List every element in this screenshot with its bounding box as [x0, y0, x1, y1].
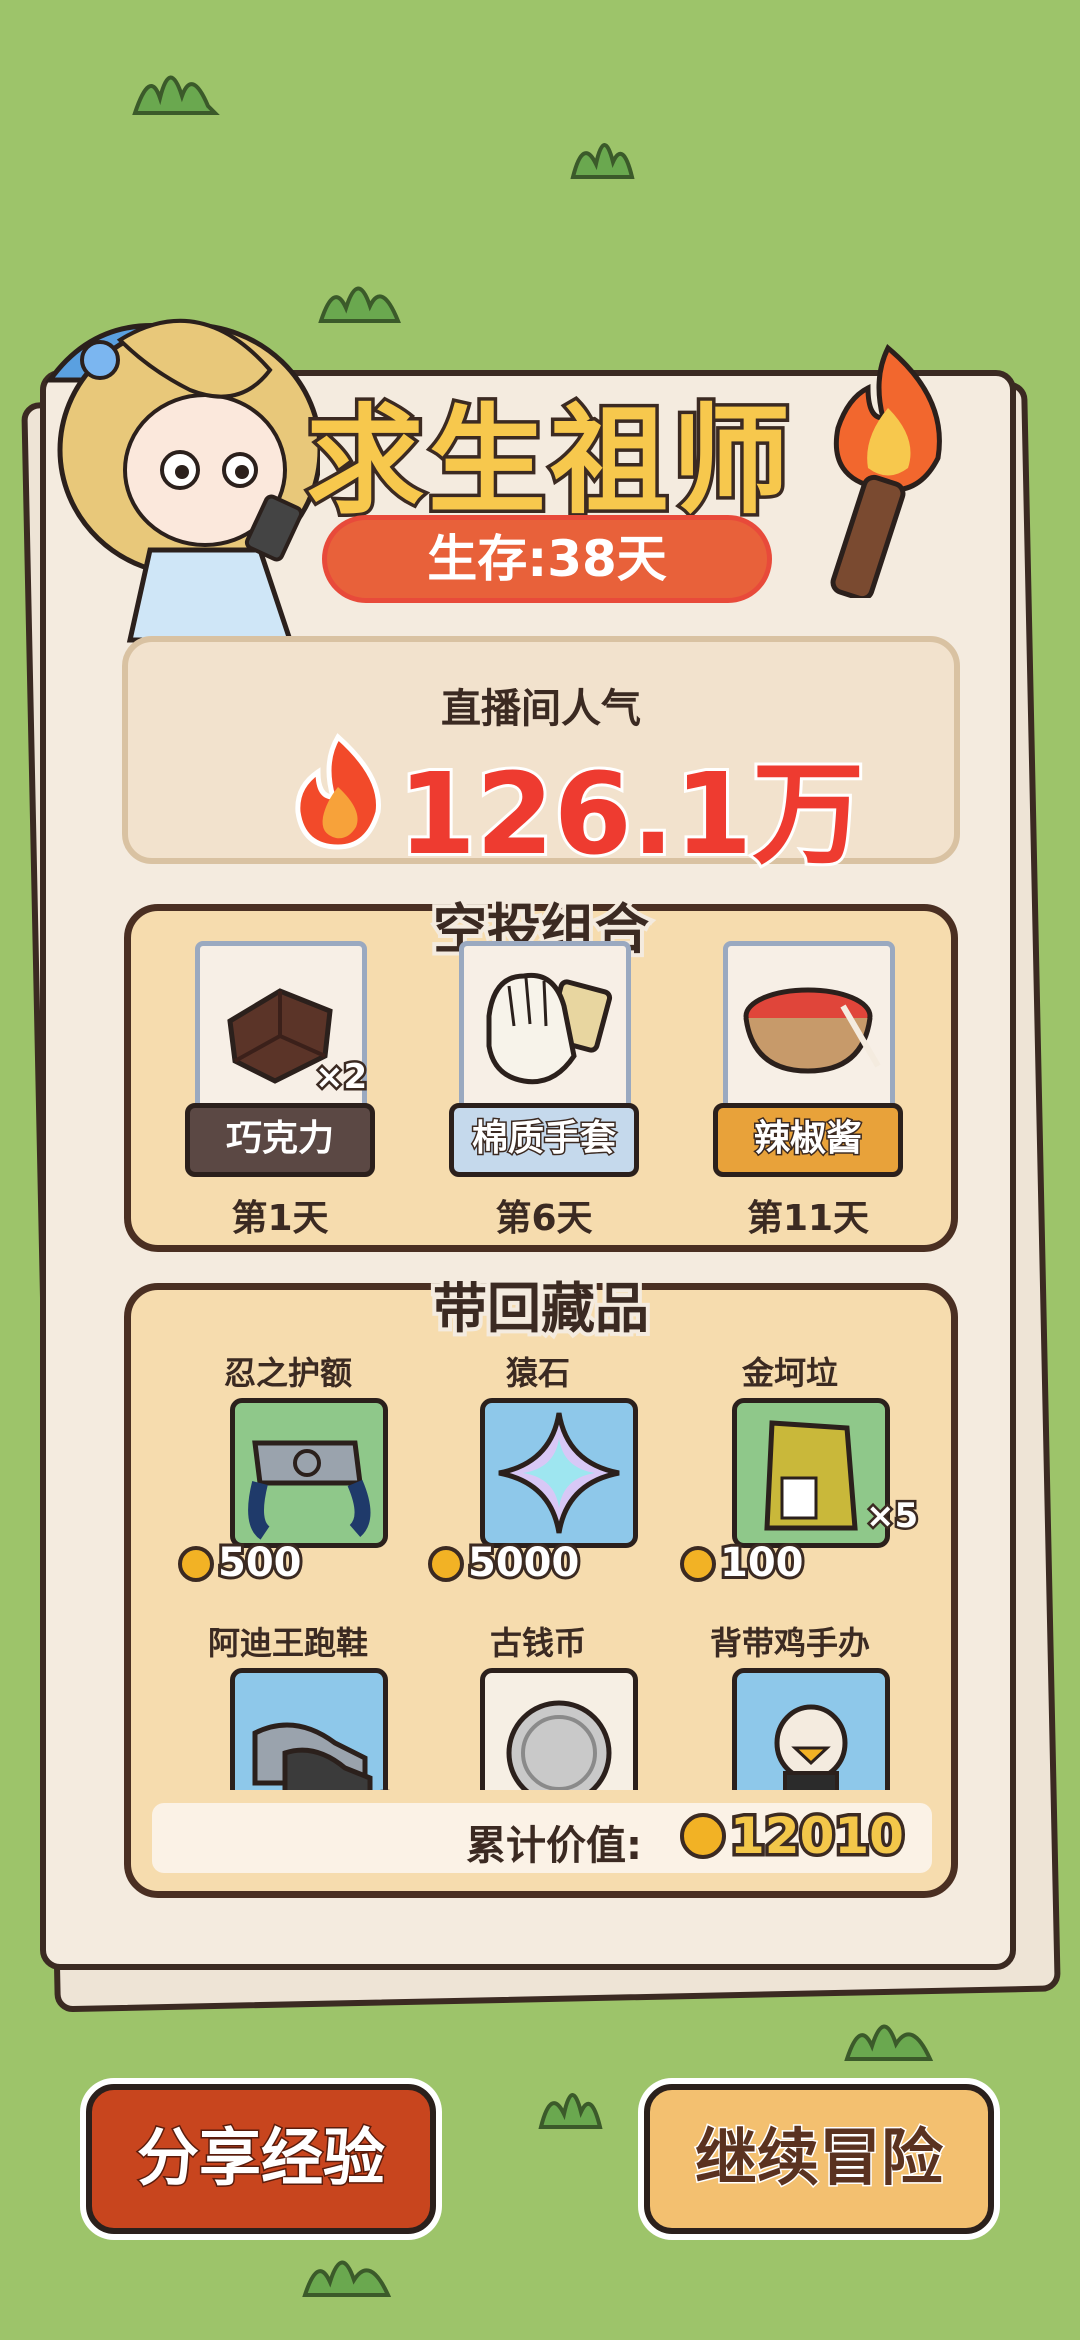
- continue-adventure-button[interactable]: 继续冒险: [644, 2084, 994, 2234]
- character-girl-icon: [45, 318, 320, 687]
- collection-item-name: 金坷垃: [741, 1354, 838, 1392]
- price-value: 100: [717, 1537, 806, 1589]
- total-value-bar: 累计价值: 12010: [152, 1803, 932, 1873]
- grass-decoration: [318, 286, 401, 323]
- airdrop-panel: 空投组合 ×2 巧克力 第1天 棉质手套 第6天 辣椒酱 第11天: [124, 894, 958, 1252]
- airdrop-item-name: 巧克力: [185, 1103, 375, 1177]
- item-quantity: ×5: [863, 1494, 920, 1539]
- collection-item-price: 5000: [428, 1537, 582, 1589]
- airdrop-item-name: 棉质手套: [449, 1103, 639, 1177]
- collection-frame: [480, 1668, 638, 1790]
- airdrop-item-day: 第1天: [231, 1198, 329, 1239]
- airdrop-frame: [459, 941, 631, 1113]
- fertilizer-bag-icon: [764, 1420, 858, 1531]
- coin-icon: [680, 1546, 716, 1582]
- grass-decoration: [844, 2024, 934, 2061]
- collection-item-name: 背带鸡手办: [709, 1624, 870, 1662]
- collection-item-name: 古钱币: [489, 1624, 586, 1662]
- collection-frame: [732, 1668, 890, 1790]
- collection-item-name: 忍之护额: [223, 1354, 352, 1392]
- star-gem-icon: [498, 1412, 620, 1534]
- collection-item-name: 阿迪王跑鞋: [207, 1624, 368, 1662]
- grass-decoration: [132, 75, 220, 115]
- popularity-value: 126.1万: [395, 747, 867, 883]
- total-value-amount: 12010: [680, 1804, 908, 1869]
- collection-item-name: 猿石: [505, 1354, 570, 1392]
- coin-icon: [428, 1546, 464, 1582]
- airdrop-item-day: 第11天: [746, 1198, 870, 1239]
- airdrop-item-day: 第6天: [495, 1198, 593, 1239]
- collection-item-price: 100: [680, 1537, 806, 1589]
- survival-days-badge: 生存:38天: [322, 515, 772, 603]
- headband-icon: [248, 1440, 371, 1540]
- sneaker-icon: [252, 1722, 373, 1790]
- airdrop-item-name: 辣椒酱: [713, 1103, 903, 1177]
- collection-frame: [480, 1398, 638, 1548]
- collection-item-price: 500: [178, 1537, 304, 1589]
- chicken-figure-icon: [774, 1704, 848, 1790]
- coin-icon: [680, 1813, 726, 1859]
- glove-icon: [486, 972, 613, 1085]
- item-quantity: ×2: [312, 1055, 369, 1100]
- collection-title: 带回藏品: [429, 1273, 653, 1344]
- page-title: 求生祖师: [302, 389, 794, 534]
- coin-relic-icon: [506, 1700, 612, 1790]
- item-quantity: ×3: [343, 1784, 400, 1791]
- total-value-label: 累计价值:: [466, 1823, 642, 1869]
- coin-icon: [178, 1546, 214, 1582]
- chili-sauce-icon: [743, 987, 881, 1074]
- popularity-box: 直播间人气 126.1万: [122, 636, 960, 883]
- torch-icon: [830, 344, 942, 598]
- collection-frame: [230, 1398, 388, 1548]
- grass-decoration: [302, 2260, 392, 2297]
- flame-icon: [295, 733, 381, 850]
- price-value: 500: [215, 1537, 304, 1589]
- collection-frame: [230, 1668, 388, 1790]
- airdrop-frame: [723, 941, 895, 1113]
- share-experience-button[interactable]: 分享经验: [86, 2084, 436, 2234]
- collection-grid: 忍之护额 500 猿石 5000 金坷垃 ×5 100 阿迪王跑鞋 古钱币 背带…: [160, 1348, 920, 1790]
- price-value: 5000: [465, 1537, 582, 1589]
- total-value-number: 12010: [727, 1804, 908, 1869]
- grass-decoration: [570, 143, 635, 179]
- grass-decoration: [538, 2093, 603, 2129]
